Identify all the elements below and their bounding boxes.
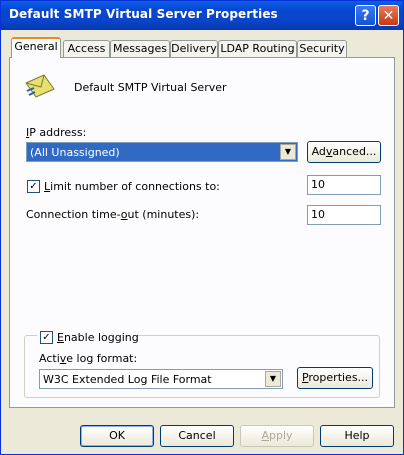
limit-connections-input[interactable]: 10	[307, 175, 381, 195]
window-title: Default SMTP Virtual Server Properties	[9, 7, 278, 21]
log-format-value: W3C Extended Log File Format	[43, 373, 212, 386]
properties-button[interactable]: Properties...	[297, 367, 373, 389]
tab-messages[interactable]: Messages	[110, 40, 170, 57]
timeout-label: Connection time-out (minutes):	[26, 208, 200, 221]
tab-security[interactable]: Security	[297, 40, 347, 57]
log-format-dropdown[interactable]: W3C Extended Log File Format ▼	[39, 369, 283, 389]
tab-general[interactable]: General	[11, 37, 61, 58]
limit-connections-label: Limit number of connections to:	[44, 180, 220, 193]
enable-logging-checkbox[interactable]: ✓	[40, 331, 53, 344]
apply-button[interactable]: Apply	[240, 425, 314, 447]
limit-connections-checkbox[interactable]: ✓	[27, 180, 40, 193]
log-format-label: Active log format:	[39, 352, 138, 365]
cancel-button[interactable]: Cancel	[160, 425, 234, 447]
envelope-icon	[25, 74, 55, 98]
close-icon[interactable]: ✕	[378, 5, 399, 26]
chevron-down-icon[interactable]: ▼	[280, 144, 296, 160]
advanced-button[interactable]: Advanced...	[307, 141, 381, 163]
logging-group-caption: ✓ Enable logging	[37, 330, 139, 344]
chevron-down-icon[interactable]: ▼	[265, 371, 281, 387]
tab-ldap-routing[interactable]: LDAP Routing	[218, 40, 297, 57]
help-button[interactable]: Help	[320, 425, 394, 447]
tab-delivery[interactable]: Delivery	[170, 40, 218, 57]
help-icon[interactable]: ?	[355, 5, 376, 26]
ip-address-label: IP address:	[26, 126, 87, 139]
properties-dialog: Default SMTP Virtual Server Properties ?…	[0, 0, 404, 455]
ip-address-dropdown[interactable]: (All Unassigned) ▼	[26, 142, 298, 162]
title-bar[interactable]: Default SMTP Virtual Server Properties ?…	[1, 1, 403, 30]
ok-button[interactable]: OK	[80, 425, 154, 447]
ip-address-value: (All Unassigned)	[30, 146, 120, 159]
server-name: Default SMTP Virtual Server	[74, 81, 227, 94]
timeout-input[interactable]: 10	[307, 205, 381, 225]
tab-access[interactable]: Access	[63, 40, 110, 57]
enable-logging-label: Enable logging	[57, 331, 139, 344]
